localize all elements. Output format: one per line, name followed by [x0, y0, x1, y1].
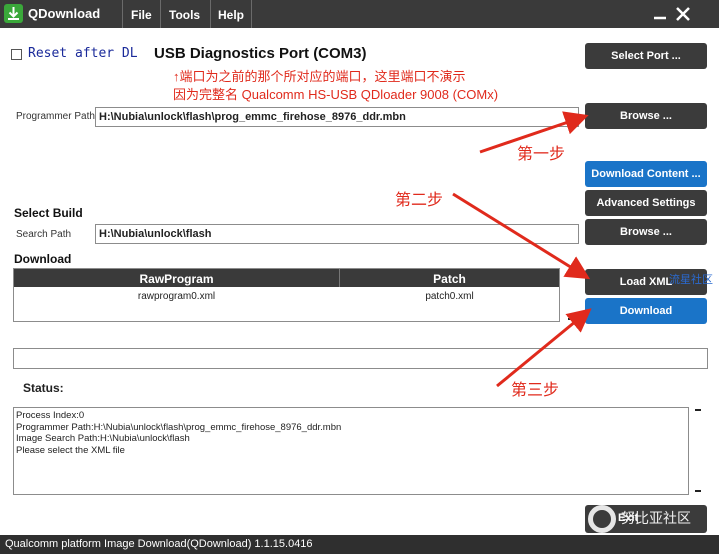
arrow-step1 [479, 111, 589, 154]
arrow-step2 [452, 192, 591, 280]
annotation-arrows [452, 111, 592, 388]
arrow-step3 [496, 308, 592, 388]
